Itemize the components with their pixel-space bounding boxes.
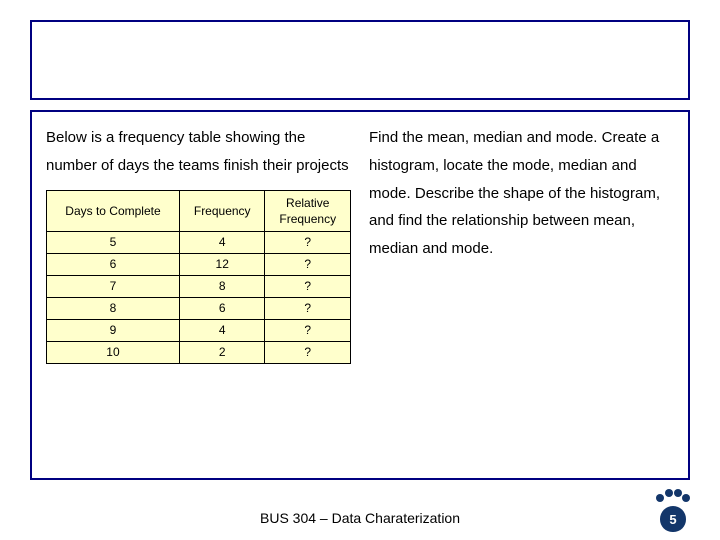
cell-rel: ? [265,319,351,341]
cell-freq: 12 [179,253,265,275]
col-header-days: Days to Complete [47,190,180,231]
tasks-text: Find the mean, median and mode. Create a… [369,124,674,263]
cell-freq: 4 [179,231,265,253]
cell-freq: 8 [179,275,265,297]
cell-days: 6 [47,253,180,275]
title-box [30,20,690,100]
pawprint-icon: 5 [654,488,692,532]
content-box: Below is a frequency table showing the n… [30,110,690,480]
cell-freq: 2 [179,341,265,363]
table-header-row: Days to Complete Frequency Relative Freq… [47,190,351,231]
col-header-frequency: Frequency [179,190,265,231]
table-row: 8 6 ? [47,297,351,319]
cell-freq: 4 [179,319,265,341]
cell-days: 7 [47,275,180,297]
cell-rel: ? [265,341,351,363]
table-row: 5 4 ? [47,231,351,253]
table-row: 6 12 ? [47,253,351,275]
intro-text: Below is a frequency table showing the n… [46,124,351,180]
cell-rel: ? [265,253,351,275]
cell-rel: ? [265,231,351,253]
col-header-relative-frequency: Relative Frequency [265,190,351,231]
table-row: 9 4 ? [47,319,351,341]
table-row: 10 2 ? [47,341,351,363]
footer-text: BUS 304 – Data Charaterization [0,510,720,526]
page-number: 5 [660,506,686,532]
cell-days: 9 [47,319,180,341]
cell-rel: ? [265,297,351,319]
cell-days: 10 [47,341,180,363]
cell-rel: ? [265,275,351,297]
cell-days: 8 [47,297,180,319]
table-row: 7 8 ? [47,275,351,297]
cell-freq: 6 [179,297,265,319]
cell-days: 5 [47,231,180,253]
frequency-table: Days to Complete Frequency Relative Freq… [46,190,351,364]
